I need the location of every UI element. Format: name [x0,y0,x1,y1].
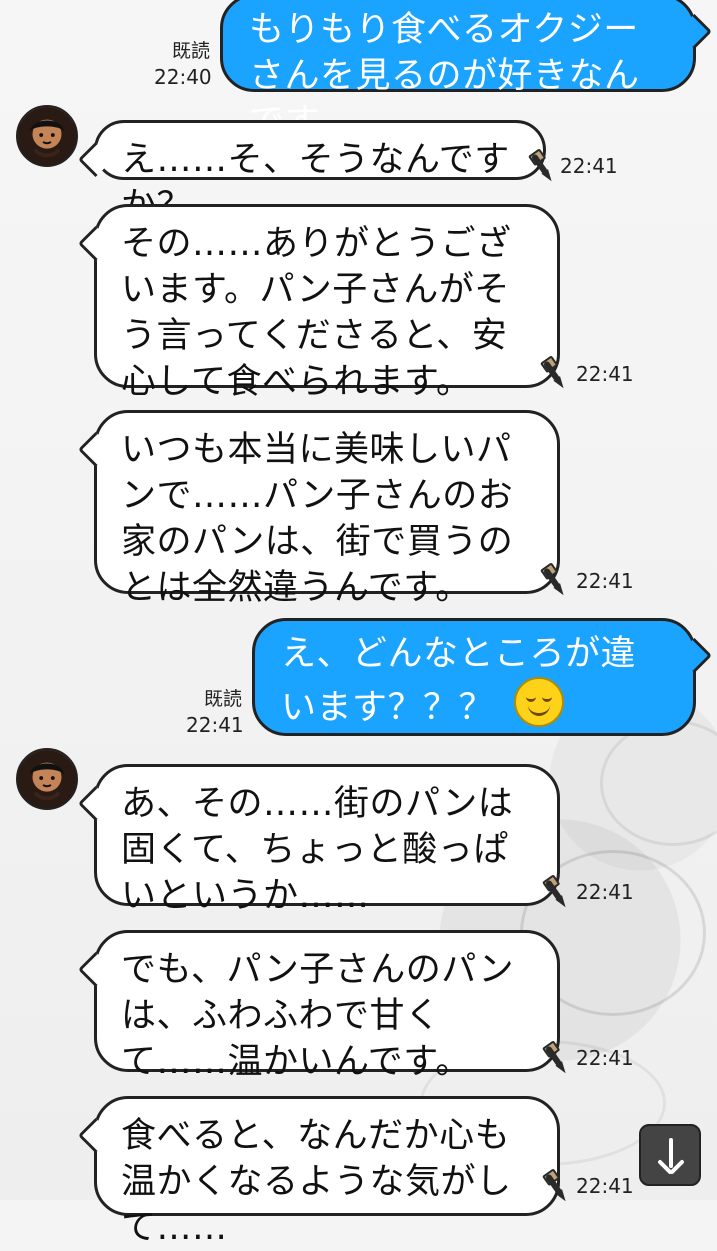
message-time: 22:41 [576,880,634,904]
message-time: 22:41 [186,713,244,737]
read-receipt: 既読 [203,688,242,710]
message-text: でも、パン子さんのパンは、ふわふわで甘くて……温かいんです。 [121,950,514,1082]
read-receipt: 既読 [171,40,210,62]
chat-thread[interactable]: 既読 22:40 もりもり食べるオクジーさんを見るのが好きなんです え……そ、そ… [0,0,717,1248]
arrow-down-icon [669,1138,673,1168]
message-time: 22:41 [576,1174,634,1198]
avatar[interactable] [16,748,78,810]
message-time: 22:41 [576,362,634,386]
smiling-face-icon [513,677,564,727]
message-text: あ、その……街のパンは固くて、ちょっと酸っぱいというか…… [121,784,514,916]
message-meta: 既読 22:40 [154,38,212,90]
message-bubble-incoming[interactable]: あ、その……街のパンは固くて、ちょっと酸っぱいというか…… [94,764,560,916]
message-bubble-incoming[interactable]: いつも本当に美味しいパンで……パン子さんのお家のパンは、街で買うのとは全然違うん… [94,410,560,608]
message-bubble-incoming[interactable]: 食べると、なんだか心も温かくなるような気がして…… [94,1096,560,1248]
message-text: いつも本当に美味しいパンで……パン子さんのお家のパンは、街で買うのとは全然違うん… [121,430,514,608]
avatar-icon [18,750,76,808]
message-bubble-incoming[interactable]: え……そ、そうなんですか？ [94,120,546,226]
message-bubble-incoming[interactable]: でも、パン子さんのパンは、ふわふわで甘くて……温かいんです。 [94,930,560,1082]
avatar[interactable] [16,105,78,167]
message-time: 22:41 [576,1046,634,1070]
message-time: 22:41 [560,154,618,178]
message-bubble-outgoing[interactable]: え、どんなところが違います？？？ [252,618,696,736]
message-bubble-outgoing[interactable]: もりもり食べるオクジーさんを見るのが好きなんです [220,0,696,142]
message-time: 22:40 [154,65,212,89]
message-text: え、どんなところが違います？？？ [281,634,637,728]
message-text: その……ありがとうございます。パン子さんがそう言ってくださると、安心して食べられ… [121,224,512,402]
avatar-icon [18,107,76,165]
message-text: 食べると、なんだか心も温かくなるような気がして…… [121,1116,512,1248]
scroll-to-bottom-button[interactable] [639,1124,701,1186]
message-time: 22:41 [576,569,634,593]
message-meta: 既読 22:41 [186,686,244,738]
message-bubble-incoming[interactable]: その……ありがとうございます。パン子さんがそう言ってくださると、安心して食べられ… [94,204,560,402]
